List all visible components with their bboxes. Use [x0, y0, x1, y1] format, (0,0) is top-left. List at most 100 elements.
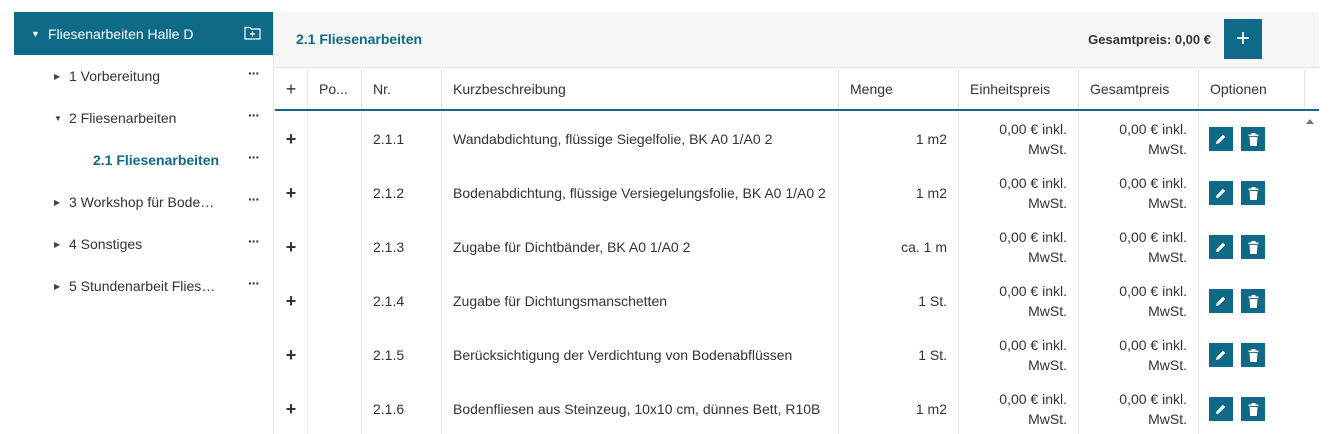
options-cell [1199, 220, 1305, 274]
unit-price-tax: MwSt. [1028, 195, 1067, 211]
expand-all-icon[interactable]: + [275, 69, 308, 109]
total-price-value: 0,00 € inkl. [1119, 229, 1187, 245]
unit-price-value: 0,00 € inkl. [999, 391, 1067, 407]
edit-icon[interactable] [1209, 397, 1233, 421]
desc-cell: Zugabe für Dichtbänder, BK A0 1/A0 2 [442, 220, 839, 274]
delete-icon[interactable] [1241, 289, 1265, 313]
total-price-value: 0,00 € inkl. [1119, 391, 1187, 407]
unit-price-cell: 0,00 € inkl. MwSt. [959, 112, 1079, 166]
edit-icon[interactable] [1209, 235, 1233, 259]
total-price-tax: MwSt. [1148, 303, 1187, 319]
expand-row-icon[interactable]: + [275, 274, 308, 328]
nr-cell: 2.1.5 [362, 328, 442, 382]
folder-add-icon[interactable] [244, 25, 261, 40]
col-einheitspreis[interactable]: Einheitspreis [959, 69, 1079, 109]
unit-price-value: 0,00 € inkl. [999, 337, 1067, 353]
desc-cell: Berücksichtigung der Verdichtung von Bod… [442, 328, 839, 382]
add-position-button[interactable]: + [1224, 19, 1262, 59]
caret-right-icon[interactable]: ▶ [54, 72, 69, 81]
edit-icon[interactable] [1209, 289, 1233, 313]
edit-icon[interactable] [1209, 127, 1233, 151]
qty-cell: 1 m2 [839, 382, 959, 434]
qty-cell: ca. 1 m [839, 220, 959, 274]
desc-cell: Bodenfliesen aus Steinzeug, 10x10 cm, dü… [442, 382, 839, 434]
expand-row-icon[interactable]: + [275, 166, 308, 220]
table-body: + 2.1.1 Wandabdichtung, flüssige Siegelf… [275, 112, 1319, 434]
qty-cell: 1 m2 [839, 166, 959, 220]
col-menge[interactable]: Menge [839, 69, 959, 109]
expand-row-icon[interactable]: + [275, 220, 308, 274]
total-price-tax: MwSt. [1148, 411, 1187, 427]
qty-cell: 1 St. [839, 328, 959, 382]
total-price-tax: MwSt. [1148, 195, 1187, 211]
col-gesamtpreis[interactable]: Gesamtpreis [1079, 69, 1199, 109]
scroll-up-arrow-icon[interactable] [1306, 119, 1314, 124]
qty-cell: 1 St. [839, 274, 959, 328]
total-price-cell: 0,00 € inkl. MwSt. [1079, 274, 1199, 328]
unit-price-cell: 0,00 € inkl. MwSt. [959, 328, 1079, 382]
more-icon[interactable]: ··· [248, 149, 260, 165]
tree-root-item[interactable]: ▼ Fliesenarbeiten Halle D [14, 12, 273, 55]
col-nr[interactable]: Nr. [362, 69, 442, 109]
delete-icon[interactable] [1241, 235, 1265, 259]
more-icon[interactable]: ··· [248, 191, 260, 207]
table-row: + 2.1.4 Zugabe für Dichtungsmanschetten … [275, 274, 1305, 328]
position-cell [308, 328, 362, 382]
tree-item-vorbereitung[interactable]: ▶ 1 Vorbereitung ··· [14, 55, 273, 97]
table-header: + Po... Nr. Kurzbeschreibung Menge Einhe… [275, 69, 1319, 111]
total-price-cell: 0,00 € inkl. MwSt. [1079, 382, 1199, 434]
sidebar-tree: ▼ Fliesenarbeiten Halle D ▶ 1 Vorbereitu… [14, 12, 274, 434]
nr-cell: 2.1.6 [362, 382, 442, 434]
delete-icon[interactable] [1241, 343, 1265, 367]
expand-row-icon[interactable]: + [275, 328, 308, 382]
unit-price-value: 0,00 € inkl. [999, 175, 1067, 191]
delete-icon[interactable] [1241, 397, 1265, 421]
section-header: 2.1 Fliesenarbeiten Gesamtpreis: 0,00 € … [275, 12, 1319, 68]
more-icon[interactable]: ··· [248, 107, 260, 123]
total-price-value: 0,00 € inkl. [1119, 337, 1187, 353]
tree-item-stundenarbeit[interactable]: ▶ 5 Stundenarbeit Fliesenleger ··· [14, 265, 273, 307]
options-cell [1199, 274, 1305, 328]
tree-item-label: 3 Workshop für Bodenbeläge [69, 194, 219, 210]
col-position[interactable]: Po... [308, 69, 362, 109]
position-cell [308, 382, 362, 434]
edit-icon[interactable] [1209, 181, 1233, 205]
options-cell [1199, 112, 1305, 166]
total-price-tax: MwSt. [1148, 141, 1187, 157]
position-cell [308, 220, 362, 274]
unit-price-value: 0,00 € inkl. [999, 283, 1067, 299]
options-cell [1199, 328, 1305, 382]
total-price-value: 0,00 € inkl. [1119, 283, 1187, 299]
tree-item-workshop[interactable]: ▶ 3 Workshop für Bodenbeläge ··· [14, 181, 273, 223]
delete-icon[interactable] [1241, 127, 1265, 151]
desc-cell: Wandabdichtung, flüssige Siegelfolie, BK… [442, 112, 839, 166]
expand-row-icon[interactable]: + [275, 382, 308, 434]
caret-right-icon[interactable]: ▶ [54, 198, 69, 207]
tree-item-label: 2 Fliesenarbeiten [69, 110, 177, 126]
tree-item-fliesenarbeiten[interactable]: ▼ 2 Fliesenarbeiten ··· [14, 97, 273, 139]
position-cell [308, 166, 362, 220]
delete-icon[interactable] [1241, 181, 1265, 205]
total-price: Gesamtpreis: 0,00 € [1088, 32, 1211, 47]
position-cell [308, 112, 362, 166]
tree-item-sonstiges[interactable]: ▶ 4 Sonstiges ··· [14, 223, 273, 265]
tree-item-fliesenarbeiten-sub[interactable]: 2.1 Fliesenarbeiten ··· [14, 139, 273, 181]
table-row: + 2.1.5 Berücksichtigung der Verdichtung… [275, 328, 1305, 382]
expand-row-icon[interactable]: + [275, 112, 308, 166]
tree-item-label: 2.1 Fliesenarbeiten [93, 152, 220, 168]
caret-down-icon[interactable]: ▼ [31, 29, 40, 39]
caret-right-icon[interactable]: ▶ [54, 240, 69, 249]
total-price-cell: 0,00 € inkl. MwSt. [1079, 328, 1199, 382]
caret-right-icon[interactable]: ▶ [54, 282, 69, 291]
unit-price-tax: MwSt. [1028, 411, 1067, 427]
unit-price-tax: MwSt. [1028, 249, 1067, 265]
options-cell [1199, 382, 1305, 434]
nr-cell: 2.1.3 [362, 220, 442, 274]
more-icon[interactable]: ··· [248, 275, 260, 291]
col-kurzbeschreibung[interactable]: Kurzbeschreibung [442, 69, 839, 109]
unit-price-cell: 0,00 € inkl. MwSt. [959, 382, 1079, 434]
more-icon[interactable]: ··· [248, 233, 260, 249]
more-icon[interactable]: ··· [248, 65, 260, 81]
edit-icon[interactable] [1209, 343, 1233, 367]
caret-down-icon[interactable]: ▼ [54, 114, 69, 123]
